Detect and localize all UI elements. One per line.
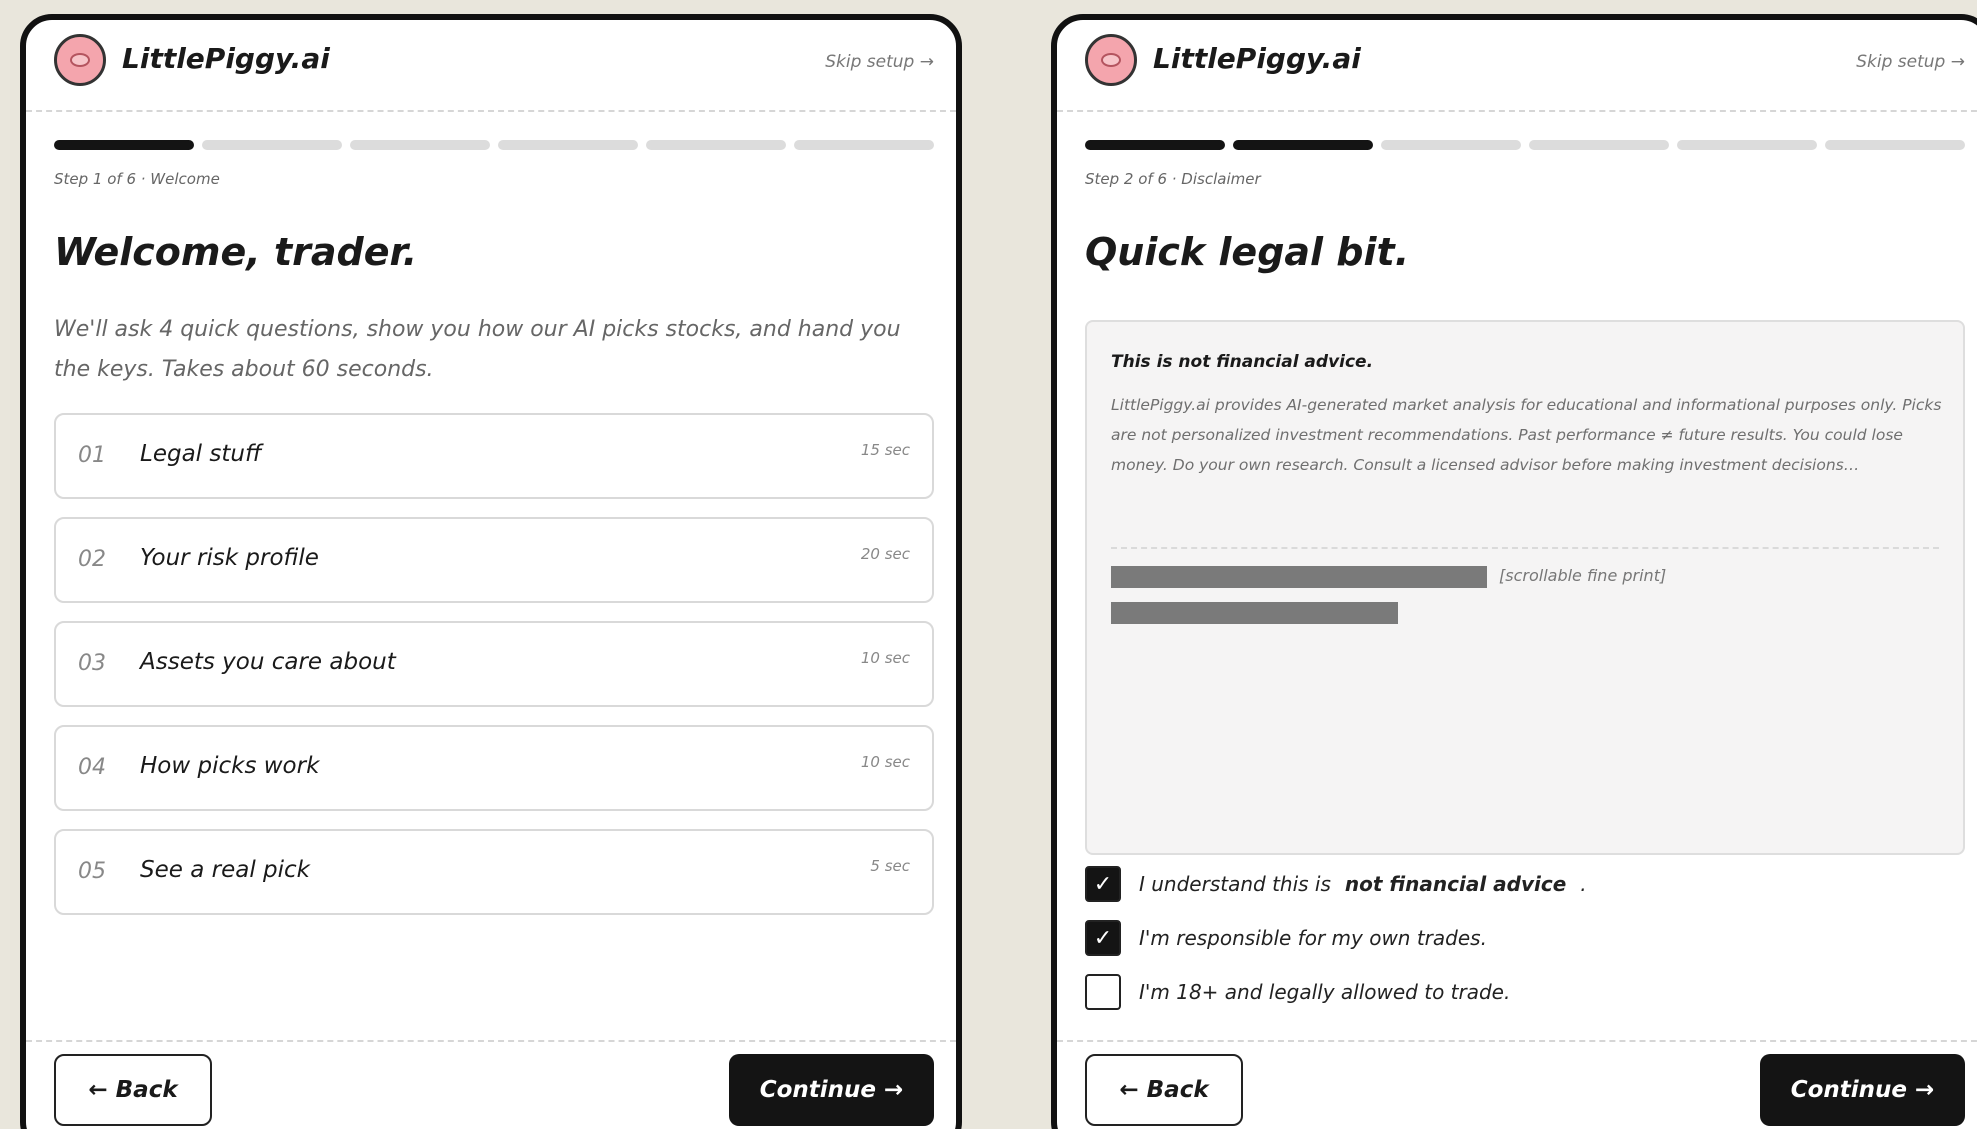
progress-segment [498, 140, 638, 150]
skip-setup-link[interactable]: Skip setup → [1856, 52, 1965, 72]
progress-bar [1085, 140, 1965, 150]
disclaimer-text: LittlePiggy.ai provides AI-generated mar… [1111, 396, 1942, 474]
step-label: Step 2 of 6 · Disclaimer [1085, 170, 1261, 188]
progress-segment [646, 140, 786, 150]
step-label: Assets you care about [140, 649, 396, 675]
step-number: 05 [78, 859, 106, 884]
step-duration: 5 sec [870, 857, 910, 875]
step-duration: 10 sec [860, 753, 910, 771]
list-item-assets[interactable]: 03 Assets you care about 10 sec [54, 621, 934, 707]
progress-segment [1233, 140, 1373, 150]
list-item-how-picks-work[interactable]: 04 How picks work 10 sec [54, 725, 934, 811]
step-label: Your risk profile [140, 545, 319, 571]
progress-segment [1085, 140, 1225, 150]
app-header: LittlePiggy.ai Skip setup → [26, 20, 956, 112]
progress-segment [54, 140, 194, 150]
fine-print-note: [scrollable fine print] [1499, 566, 1667, 585]
skip-setup-link[interactable]: Skip setup → [825, 52, 934, 72]
disclaimer-divider [1111, 547, 1939, 549]
checkbox-unchecked-icon[interactable] [1085, 974, 1121, 1010]
step-label: Legal stuff [140, 441, 262, 467]
brand-name: LittlePiggy.ai [1153, 42, 1361, 75]
progress-segment [794, 140, 934, 150]
step-label: See a real pick [140, 857, 310, 883]
list-item-real-pick[interactable]: 05 See a real pick 5 sec [54, 829, 934, 915]
list-item-risk-profile[interactable]: 02 Your risk profile 20 sec [54, 517, 934, 603]
progress-segment [1381, 140, 1521, 150]
step-label: Step 1 of 6 · Welcome [54, 170, 220, 188]
step-duration: 10 sec [860, 649, 910, 667]
continue-button[interactable]: Continue → [729, 1054, 934, 1126]
onboarding-screen-disclaimer: LittlePiggy.ai Skip setup → Step 2 of 6 … [1051, 14, 1977, 1129]
checkbox-label: I'm responsible for my own trades. [1139, 926, 1487, 950]
pig-logo-icon [1085, 34, 1137, 86]
step-number: 02 [78, 547, 106, 572]
step-number: 03 [78, 651, 106, 676]
continue-button[interactable]: Continue → [1760, 1054, 1965, 1126]
app-header: LittlePiggy.ai Skip setup → [1057, 20, 1977, 112]
step-duration: 20 sec [860, 545, 910, 563]
list-item-legal-stuff[interactable]: 01 Legal stuff 15 sec [54, 413, 934, 499]
progress-segment [1677, 140, 1817, 150]
steps-list: 01 Legal stuff 15 sec 02 Your risk profi… [54, 413, 934, 915]
checkbox-age-18[interactable]: I'm 18+ and legally allowed to trade. [1085, 973, 1510, 1011]
progress-segment [350, 140, 490, 150]
checkbox-responsible[interactable]: ✓ I'm responsible for my own trades. [1085, 919, 1487, 957]
footer-divider [26, 1040, 956, 1042]
checkbox-not-financial-advice[interactable]: ✓ I understand this is not financial adv… [1085, 865, 1587, 903]
back-button[interactable]: ← Back [54, 1054, 212, 1126]
checkbox-label-end: . [1580, 872, 1587, 896]
checkbox-checked-icon[interactable]: ✓ [1085, 866, 1121, 902]
redacted-fine-print [1111, 602, 1398, 624]
step-duration: 15 sec [860, 441, 910, 459]
checkbox-label-bold: not financial advice [1344, 872, 1567, 896]
progress-segment [1529, 140, 1669, 150]
page-title: Quick legal bit. [1085, 230, 1410, 274]
redacted-fine-print [1111, 566, 1487, 588]
progress-segment [202, 140, 342, 150]
footer-divider [1057, 1040, 1977, 1042]
brand-name: LittlePiggy.ai [122, 42, 330, 75]
intro-text: We'll ask 4 quick questions, show you ho… [54, 317, 901, 382]
onboarding-screen-welcome: LittlePiggy.ai Skip setup → Step 1 of 6 … [20, 14, 962, 1129]
checkbox-label: I understand this is [1139, 872, 1331, 896]
step-label: How picks work [140, 753, 320, 779]
step-number: 04 [78, 755, 106, 780]
progress-segment [1825, 140, 1965, 150]
disclaimer-heading: This is not financial advice. [1111, 352, 1374, 372]
page-title: Welcome, trader. [54, 230, 418, 274]
checkbox-label: I'm 18+ and legally allowed to trade. [1139, 980, 1511, 1004]
progress-bar [54, 140, 934, 150]
step-number: 01 [78, 443, 106, 468]
pig-logo-icon [54, 34, 106, 86]
back-button[interactable]: ← Back [1085, 1054, 1243, 1126]
legal-disclaimer-box[interactable]: This is not financial advice. LittlePigg… [1085, 320, 1965, 855]
checkbox-checked-icon[interactable]: ✓ [1085, 920, 1121, 956]
